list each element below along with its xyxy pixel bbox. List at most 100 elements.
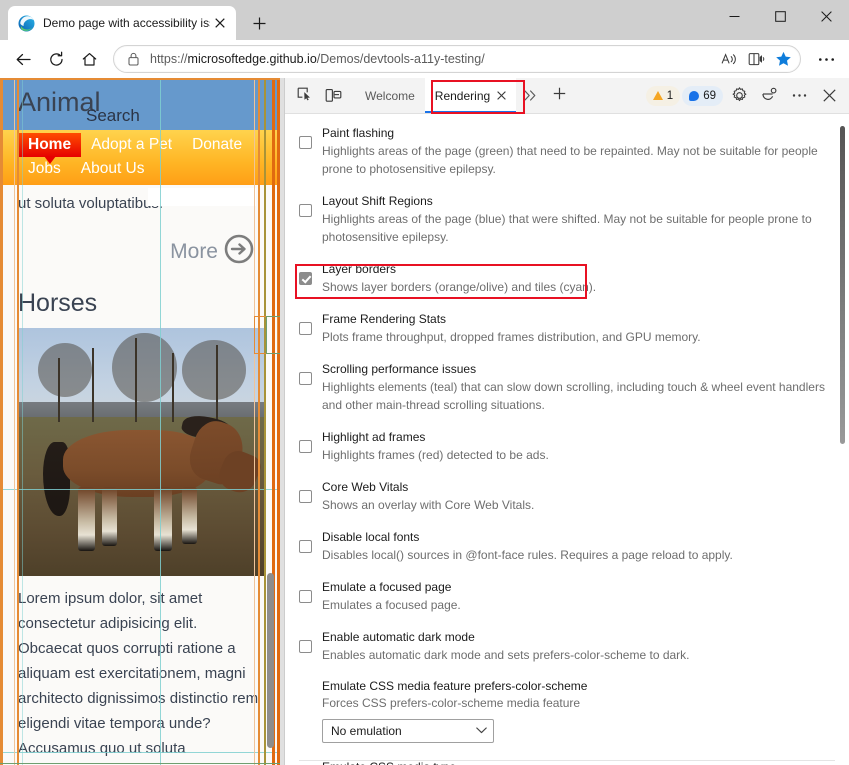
setting-highlight-ad-frames[interactable]: Highlight ad frames Highlights frames (r… — [299, 428, 831, 464]
setting-title: Emulate a focused page — [322, 580, 451, 594]
warning-count: 1 — [667, 90, 673, 102]
tab-rendering-label: Rendering — [435, 89, 490, 103]
frame-rendering-stats-checkbox[interactable] — [299, 322, 312, 335]
gear-icon[interactable] — [725, 83, 753, 109]
emulate-focused-page-checkbox[interactable] — [299, 590, 312, 603]
add-tool-icon[interactable] — [545, 87, 574, 105]
setting-core-web-vitals[interactable]: Core Web Vitals Shows an overlay with Co… — [299, 478, 831, 514]
devtools-toolbar: Welcome Rendering — [285, 78, 849, 114]
devtools-more-icon[interactable] — [785, 83, 813, 109]
immersive-reader-icon[interactable] — [743, 47, 769, 71]
setting-disable-local-fonts[interactable]: Disable local fonts Disables local() sou… — [299, 528, 831, 564]
tab-rendering-close-icon[interactable] — [497, 89, 506, 103]
info-count: 69 — [703, 90, 716, 102]
tab-welcome[interactable]: Welcome — [355, 78, 425, 113]
setting-description: Highlights areas of the page (green) tha… — [322, 144, 818, 176]
setting-emulate-focused-page[interactable]: Emulate a focused page Emulates a focuse… — [299, 578, 831, 614]
setting-title: Layer borders — [322, 262, 396, 276]
setting-frame-rendering-stats[interactable]: Frame Rendering Stats Plots frame throug… — [299, 310, 831, 346]
setting-title: Highlight ad frames — [322, 430, 425, 444]
refresh-button[interactable] — [41, 44, 71, 74]
page-viewport: Animal Search Home Adopt a Pet Donate Jo… — [0, 78, 280, 765]
setting-enable-automatic-dark-mode[interactable]: Enable automatic dark mode Enables autom… — [299, 628, 831, 664]
disable-local-fonts-checkbox[interactable] — [299, 540, 312, 553]
url-text: https://microsoftedge.github.io/Demos/de… — [150, 52, 715, 66]
select-group-prefers-color-scheme: Emulate CSS media feature prefers-color-… — [299, 678, 831, 743]
url-input[interactable]: https://microsoftedge.github.io/Demos/de… — [113, 45, 801, 73]
home-button[interactable] — [74, 44, 104, 74]
address-bar: https://microsoftedge.github.io/Demos/de… — [0, 40, 849, 78]
star-filled-icon[interactable] — [770, 47, 796, 71]
devtools-toolbar-right: 1 69 — [646, 83, 845, 109]
highlight-ad-frames-checkbox[interactable] — [299, 440, 312, 453]
setting-layout-shift-regions[interactable]: Layout Shift Regions Highlights areas of… — [299, 192, 831, 246]
rendering-settings-list: Paint flashing Highlights areas of the p… — [285, 114, 849, 765]
read-aloud-icon[interactable] — [716, 47, 742, 71]
layer-borders-checkbox[interactable] — [299, 272, 312, 285]
url-action-icons — [715, 47, 796, 71]
warning-triangle-icon — [653, 91, 663, 100]
content-area: Animal Search Home Adopt a Pet Donate Jo… — [0, 78, 849, 765]
site-nav: Home Adopt a Pet Donate Jobs About Us — [0, 130, 280, 185]
edge-logo-icon — [18, 15, 35, 32]
panel-divider — [299, 760, 835, 761]
nav-item-jobs[interactable]: Jobs — [18, 157, 71, 181]
setting-description: Emulates a focused page. — [322, 598, 461, 612]
setting-title: Paint flashing — [322, 126, 394, 140]
rendering-panel-scrollbar[interactable] — [840, 126, 845, 444]
customize-devtools-icon[interactable] — [755, 83, 783, 109]
nav-item-about-us[interactable]: About Us — [71, 157, 155, 181]
nav-item-adopt-a-pet[interactable]: Adopt a Pet — [81, 133, 182, 157]
nav-item-donate[interactable]: Donate — [182, 133, 252, 157]
setting-scrolling-performance-issues[interactable]: Scrolling performance issues Highlights … — [299, 360, 831, 414]
site-header: Animal Search — [0, 78, 280, 130]
browser-more-icon[interactable] — [811, 44, 841, 74]
devtools-close-icon[interactable] — [815, 83, 843, 109]
chevron-down-icon — [476, 726, 487, 736]
inspect-element-icon[interactable] — [291, 83, 319, 109]
enable-automatic-dark-mode-checkbox[interactable] — [299, 640, 312, 653]
page-document: Animal Search Home Adopt a Pet Donate Jo… — [0, 78, 280, 765]
core-web-vitals-checkbox[interactable] — [299, 490, 312, 503]
setting-title: Layout Shift Regions — [322, 194, 433, 208]
window-controls — [711, 0, 849, 40]
close-window-button[interactable] — [803, 0, 849, 32]
warning-badge[interactable]: 1 — [646, 86, 680, 106]
setting-description: Highlights frames (red) detected to be a… — [322, 448, 549, 462]
setting-title: Core Web Vitals — [322, 480, 408, 494]
browser-tab[interactable]: Demo page with accessibility issu — [8, 6, 236, 40]
setting-title: Enable automatic dark mode — [322, 630, 475, 644]
setting-description: Enables automatic dark mode and sets pre… — [322, 648, 690, 662]
page-body: ut soluta voluptatibus. More Horses — [0, 185, 280, 765]
select-description: Forces CSS prefers-color-scheme media fe… — [322, 695, 831, 711]
tab-close-icon[interactable] — [210, 13, 230, 33]
setting-description: Disables local() sources in @font-face r… — [322, 548, 733, 562]
back-button[interactable] — [8, 44, 38, 74]
scrolling-performance-issues-checkbox[interactable] — [299, 372, 312, 385]
rendering-panel: Paint flashing Highlights areas of the p… — [285, 114, 849, 765]
new-tab-button[interactable] — [244, 8, 274, 38]
device-toolbar-icon[interactable] — [319, 83, 347, 109]
prefers-color-scheme-select[interactable]: No emulation — [322, 719, 494, 743]
setting-layer-borders[interactable]: Layer borders Shows layer borders (orang… — [299, 260, 831, 296]
maximize-button[interactable] — [757, 0, 803, 32]
tab-rendering[interactable]: Rendering — [425, 78, 516, 113]
nav-item-home[interactable]: Home — [18, 133, 81, 157]
circle-arrow-right-icon — [224, 234, 254, 269]
setting-paint-flashing[interactable]: Paint flashing Highlights areas of the p… — [299, 124, 831, 178]
more-label: More — [170, 240, 218, 264]
setting-description: Highlights elements (teal) that can slow… — [322, 380, 825, 412]
setting-title: Scrolling performance issues — [322, 362, 476, 376]
layout-shift-regions-checkbox[interactable] — [299, 204, 312, 217]
paint-flashing-checkbox[interactable] — [299, 136, 312, 149]
devtools-tab-list: Welcome Rendering — [355, 78, 574, 113]
info-badge[interactable]: 69 — [682, 86, 723, 106]
search-input[interactable] — [148, 188, 256, 206]
more-link[interactable]: More — [18, 228, 262, 283]
minimize-button[interactable] — [711, 0, 757, 32]
setting-description: Plots frame throughput, dropped frames d… — [322, 330, 701, 344]
tab-welcome-label: Welcome — [365, 89, 415, 103]
setting-description: Highlights areas of the page (blue) that… — [322, 212, 812, 244]
more-tabs-icon[interactable] — [516, 88, 545, 104]
select-title: Emulate CSS media feature prefers-color-… — [322, 678, 831, 695]
